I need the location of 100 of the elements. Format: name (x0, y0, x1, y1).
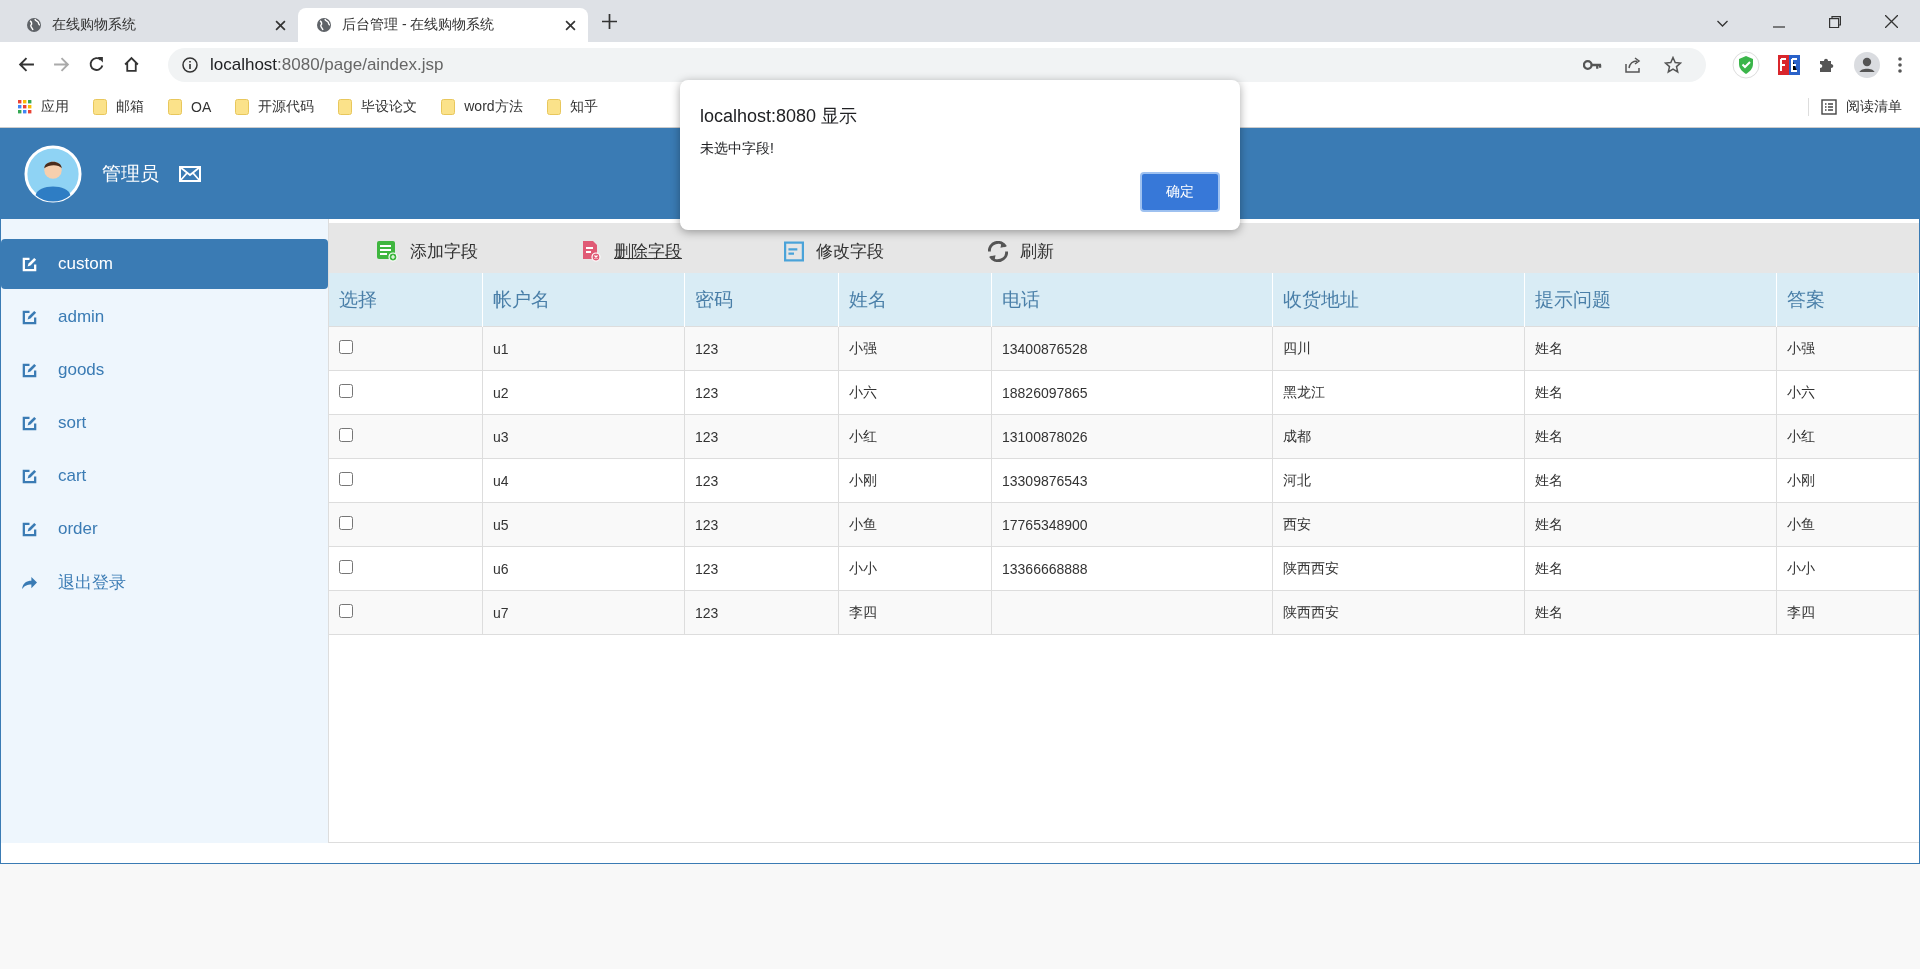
table-cell: 姓名 (1535, 471, 1563, 488)
close-icon[interactable] (565, 19, 576, 31)
table-cell: 123 (695, 384, 719, 401)
row-checkbox[interactable] (339, 472, 353, 486)
table-cell: 陕西西安 (1283, 559, 1339, 576)
sidebar-item[interactable]: custom (1, 239, 328, 289)
sidebar-item[interactable]: 退出登录 (1, 557, 328, 607)
table-cell: 小六 (849, 383, 877, 400)
profile-icon[interactable] (1854, 51, 1880, 78)
table-cell: 小刚 (849, 471, 877, 488)
edit-icon (21, 361, 38, 379)
reading-list-button[interactable]: 阅读清单 (1808, 98, 1902, 116)
table-cell: u4 (493, 472, 509, 489)
column-header: 收货地址 (1272, 273, 1525, 327)
table-cell: 123 (695, 428, 719, 445)
tab-title: 后台管理 - 在线购物系统 (342, 16, 496, 34)
edit-icon (21, 414, 38, 432)
edit-icon (21, 308, 38, 326)
edit-icon (21, 467, 38, 485)
toolbar-button[interactable]: 删除字段 (576, 239, 726, 263)
table-cell: 小红 (1787, 427, 1815, 444)
sidebar-item[interactable]: cart (1, 451, 328, 501)
folder-icon (546, 99, 561, 115)
toolbar-button[interactable]: 修改字段 (780, 239, 930, 263)
row-checkbox[interactable] (339, 428, 353, 442)
column-header: 选择 (329, 273, 483, 327)
toolbar-button[interactable]: 刷新 (984, 239, 1134, 263)
table-cell: 13100878026 (1002, 428, 1088, 445)
sidebar-item[interactable]: admin (1, 292, 328, 342)
table-cell: 李四 (849, 603, 877, 620)
folder-icon (168, 99, 182, 115)
folder-icon (441, 99, 456, 115)
share-icon[interactable] (1624, 55, 1642, 74)
column-header: 密码 (684, 273, 839, 327)
table-cell: 123 (695, 604, 719, 621)
bookmark[interactable]: OA (168, 99, 212, 115)
new-tab-icon[interactable] (602, 14, 617, 29)
address-bar[interactable]: localhost:8080/page/aindex.jsp (168, 47, 1706, 82)
mail-icon[interactable] (179, 166, 201, 182)
sidebar-item[interactable]: order (1, 504, 328, 554)
table-cell: 四川 (1283, 339, 1311, 356)
table-cell: u2 (493, 384, 509, 401)
bookmark[interactable]: 毕设论文 (338, 98, 418, 116)
table-cell: 13309876543 (1002, 472, 1088, 489)
reload-icon[interactable] (88, 56, 105, 73)
home-icon[interactable] (123, 56, 140, 73)
table-cell: u6 (493, 560, 509, 577)
table-cell: 姓名 (1535, 339, 1563, 356)
list-icon (1821, 99, 1837, 115)
browser-tab[interactable]: 在线购物系统 (8, 8, 298, 42)
edit-icon (21, 520, 38, 538)
toolbar-button[interactable]: 添加字段 (372, 239, 522, 263)
restore-icon[interactable] (1829, 16, 1841, 28)
more-icon[interactable] (1898, 56, 1902, 73)
dialog-title: localhost:8080 显示 (700, 105, 859, 128)
table-cell: 李四 (1787, 603, 1815, 620)
back-icon[interactable] (18, 56, 35, 73)
row-checkbox[interactable] (339, 340, 353, 354)
document-delete-icon (580, 240, 602, 262)
bookmark[interactable]: 应用 (18, 98, 69, 116)
close-icon[interactable] (1885, 15, 1898, 28)
bookmark[interactable]: 开源代码 (235, 98, 315, 116)
bookmark[interactable]: 知乎 (546, 98, 598, 116)
column-header: 答案 (1776, 273, 1919, 327)
bookmark[interactable]: 邮箱 (93, 98, 144, 116)
table-cell: 小六 (1787, 383, 1815, 400)
shield-icon[interactable] (1732, 50, 1760, 79)
table-cell: 西安 (1283, 515, 1311, 532)
table-cell: u1 (493, 340, 509, 357)
ok-button[interactable]: 确定 (1140, 172, 1220, 212)
table-cell: 小强 (849, 339, 877, 356)
row-checkbox[interactable] (339, 384, 353, 398)
list-add-icon (376, 240, 398, 262)
share-arrow-icon (21, 574, 38, 590)
close-icon[interactable] (275, 19, 286, 31)
globe-icon (316, 17, 332, 33)
table-cell: u7 (493, 604, 509, 621)
table-cell: 黑龙江 (1283, 383, 1325, 400)
info-icon (182, 56, 198, 73)
browser-tab[interactable]: 后台管理 - 在线购物系统 (298, 8, 588, 42)
table-cell: 小小 (1787, 559, 1815, 576)
row-checkbox[interactable] (339, 604, 353, 618)
table-cell: 小小 (849, 559, 877, 576)
sidebar-item[interactable]: goods (1, 345, 328, 395)
row-checkbox[interactable] (339, 560, 353, 574)
bookmark[interactable]: word方法 (441, 98, 523, 116)
key-icon[interactable] (1583, 58, 1602, 71)
table-cell: 姓名 (1535, 515, 1563, 532)
table-cell: 123 (695, 340, 719, 357)
star-icon[interactable] (1664, 55, 1682, 74)
table-cell: 17765348900 (1002, 516, 1088, 533)
extension-badge-icon[interactable] (1778, 54, 1800, 75)
column-header: 姓名 (838, 273, 992, 327)
table-cell: 陕西西安 (1283, 603, 1339, 620)
sidebar-item[interactable]: sort (1, 398, 328, 448)
url-text: localhost:8080/page/aindex.jsp (210, 54, 444, 75)
chevron-down-icon[interactable] (1716, 20, 1729, 28)
table-cell: 小红 (849, 427, 877, 444)
table-cell: 姓名 (1535, 427, 1563, 444)
row-checkbox[interactable] (339, 516, 353, 530)
